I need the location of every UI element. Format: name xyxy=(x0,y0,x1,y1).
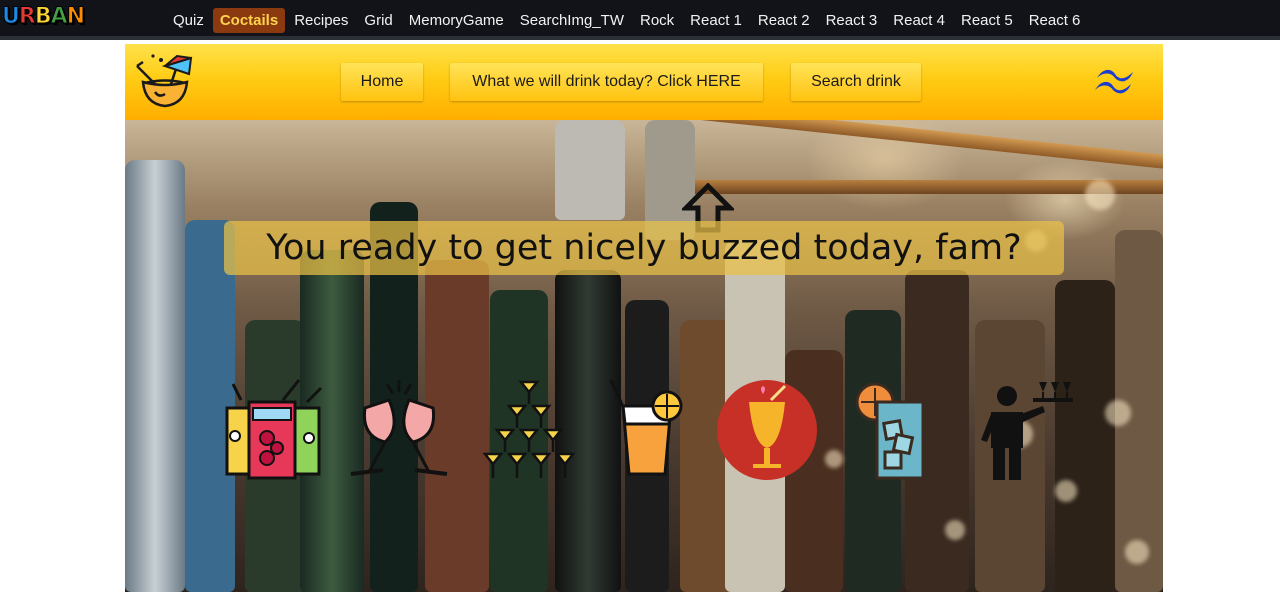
nav-item-grid[interactable]: Grid xyxy=(357,8,399,33)
search-drink-tab[interactable]: Search drink xyxy=(791,63,921,101)
iced-drink-icon[interactable] xyxy=(851,378,955,482)
nav-item-react-5[interactable]: React 5 xyxy=(954,8,1020,33)
orange-juice-icon[interactable] xyxy=(607,378,711,482)
nav-item-searchimg-tw[interactable]: SearchImg_TW xyxy=(513,8,631,33)
top-navbar: URBAN Quiz Coctails Recipes Grid MemoryGame S… xyxy=(0,0,1280,40)
headline-banner: You ready to get nicely buzzed today, fa… xyxy=(224,221,1064,275)
coconut-cocktail-icon[interactable] xyxy=(133,52,197,112)
hero-headline: You ready to get nicely buzzed today, fa… xyxy=(266,228,1022,268)
home-tab[interactable]: Home xyxy=(341,63,423,101)
nav-item-react-2[interactable]: React 2 xyxy=(751,8,817,33)
hero-section: You ready to get nicely buzzed today, fa… xyxy=(125,120,1163,592)
cocktail-app: Home What we will drink today? Click HER… xyxy=(125,44,1163,592)
three-cocktails-icon[interactable] xyxy=(223,378,327,482)
nav-item-react-1[interactable]: React 1 xyxy=(683,8,749,33)
nav-item-react-4[interactable]: React 4 xyxy=(886,8,952,33)
nav-item-recipes[interactable]: Recipes xyxy=(287,8,355,33)
urban-logo[interactable]: URBAN xyxy=(2,4,98,34)
cocktail-circle-icon[interactable] xyxy=(715,378,819,482)
nav-item-react-6[interactable]: React 6 xyxy=(1022,8,1088,33)
cheers-glasses-icon[interactable] xyxy=(347,378,451,482)
tailwind-logo-icon xyxy=(1095,69,1133,94)
nav-item-rock[interactable]: Rock xyxy=(633,8,681,33)
waiter-icon[interactable] xyxy=(973,378,1077,482)
nav-item-quiz[interactable]: Quiz xyxy=(166,8,211,33)
champagne-tower-icon[interactable] xyxy=(477,378,581,482)
nav-item-coctails[interactable]: Coctails xyxy=(212,7,286,33)
app-header: Home What we will drink today? Click HER… xyxy=(125,44,1163,120)
topnav-menu: Quiz Coctails Recipes Grid MemoryGame SearchI… xyxy=(166,5,1089,35)
nav-item-react-3[interactable]: React 3 xyxy=(819,8,885,33)
random-drink-tab[interactable]: What we will drink today? Click HERE xyxy=(450,63,763,101)
drink-icons-row xyxy=(125,378,1163,488)
nav-item-memorygame[interactable]: MemoryGame xyxy=(402,8,511,33)
